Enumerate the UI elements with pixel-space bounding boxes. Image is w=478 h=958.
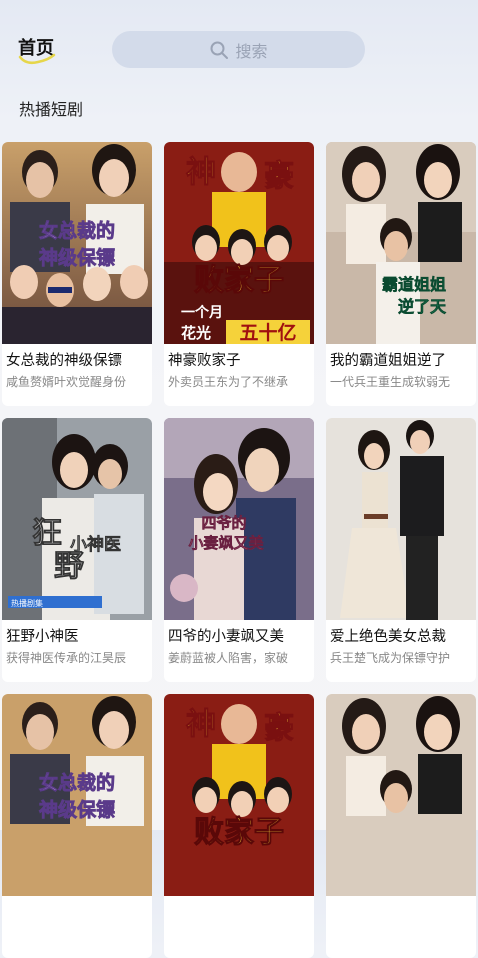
drama-desc: 获得神医传承的江昊辰 bbox=[6, 651, 127, 665]
drama-cover[interactable]: 神 豪 败家子 bbox=[164, 694, 314, 896]
drama-title: 爱上绝色美女总裁 bbox=[330, 629, 446, 645]
poster-title-line1: 女总裁的 bbox=[39, 771, 115, 794]
poster-char-2: 豪 bbox=[264, 711, 294, 746]
drama-card[interactable] bbox=[326, 694, 476, 958]
drama-cover[interactable]: 霸道姐姐 逆了天 bbox=[326, 142, 476, 344]
poster-char-2: 豪 bbox=[264, 159, 294, 194]
section-title: 热播短剧 bbox=[19, 100, 84, 119]
drama-card[interactable]: 霸道姐姐 逆了天 我的霸道姐姐逆了 一代兵王重生成软弱无 bbox=[326, 142, 476, 406]
drama-card[interactable]: 狂 野 小神医 热播剧集 狂野小神医 获得神医传承的江昊辰 bbox=[2, 418, 152, 682]
drama-card[interactable]: 神 豪 败家子 一个月 花光 五十亿 神豪败家子 外卖员王东为了不继承 bbox=[164, 142, 314, 406]
poster-title-line1: 四爷的 bbox=[201, 514, 246, 532]
drama-cover[interactable]: 狂 野 小神医 热播剧集 bbox=[2, 418, 152, 620]
drama-title: 神豪败家子 bbox=[168, 353, 241, 369]
drama-card[interactable]: 四爷的 小妻飒又美 四爷的小妻飒又美 姜蔚蓝被人陷害，家破 bbox=[164, 418, 314, 682]
drama-title: 我的霸道姐姐逆了 bbox=[330, 353, 446, 369]
poster-title-line2: 神级保镖 bbox=[39, 246, 115, 269]
poster-subtitle: 败家子 bbox=[194, 815, 284, 850]
drama-title: 狂野小神医 bbox=[6, 629, 79, 645]
drama-desc: 咸鱼赘婿叶欢觉醒身份 bbox=[6, 375, 127, 389]
tab-active-indicator bbox=[18, 53, 56, 65]
drama-cover[interactable]: 女总裁的 神级保镖 bbox=[2, 142, 152, 344]
poster-char-1: 神 bbox=[186, 707, 216, 742]
drama-cover[interactable] bbox=[326, 418, 476, 620]
drama-card[interactable]: 女总裁的 神级保镖 bbox=[2, 694, 152, 958]
poster-title-line2: 小妻飒又美 bbox=[188, 534, 264, 552]
drama-title: 四爷的小妻飒又美 bbox=[168, 629, 284, 645]
drama-cover[interactable]: 女总裁的 神级保镖 bbox=[2, 694, 152, 896]
search-bar[interactable]: 搜索 bbox=[112, 31, 365, 68]
poster-title: 霸道姐姐 bbox=[382, 275, 446, 294]
drama-desc: 一代兵王重生成软弱无 bbox=[330, 375, 451, 389]
search-icon bbox=[210, 41, 229, 59]
drama-desc: 兵王楚飞成为保镖守护 bbox=[330, 651, 451, 665]
poster-tag: 热播剧集 bbox=[11, 598, 43, 608]
drama-card[interactable]: 女总裁的 神级保镖 女总裁的神级保镖 咸鱼赘婿叶欢觉醒身份 bbox=[2, 142, 152, 406]
poster-tagline-2: 花光 bbox=[181, 324, 211, 342]
drama-card[interactable]: 神 豪 败家子 bbox=[164, 694, 314, 958]
poster-tagline-3: 五十亿 bbox=[239, 321, 296, 344]
poster-char-1: 神 bbox=[186, 155, 216, 190]
drama-title: 女总裁的神级保镖 bbox=[6, 353, 122, 369]
drama-desc: 姜蔚蓝被人陷害，家破 bbox=[168, 651, 289, 665]
poster-title-line1: 女总裁的 bbox=[39, 219, 115, 242]
drama-cover[interactable] bbox=[326, 694, 476, 896]
poster-subtitle: 败家子 bbox=[194, 263, 284, 298]
poster-tagline-1: 一个月 bbox=[181, 304, 223, 321]
poster-title-line2: 神级保镖 bbox=[39, 798, 115, 821]
search-placeholder: 搜索 bbox=[235, 41, 268, 61]
poster-title-2: 逆了天 bbox=[398, 297, 447, 316]
drama-card[interactable]: 爱上绝色美女总裁 兵王楚飞成为保镖守护 bbox=[326, 418, 476, 682]
header: 首页 搜索 热播短剧 bbox=[0, 0, 478, 140]
drama-desc: 外卖员王东为了不继承 bbox=[168, 375, 289, 389]
poster-subtitle: 小神医 bbox=[70, 534, 121, 555]
poster-char-1: 狂 bbox=[32, 516, 62, 551]
drama-cover[interactable]: 神 豪 败家子 一个月 花光 五十亿 bbox=[164, 142, 314, 344]
drama-cover[interactable]: 四爷的 小妻飒又美 bbox=[164, 418, 314, 620]
